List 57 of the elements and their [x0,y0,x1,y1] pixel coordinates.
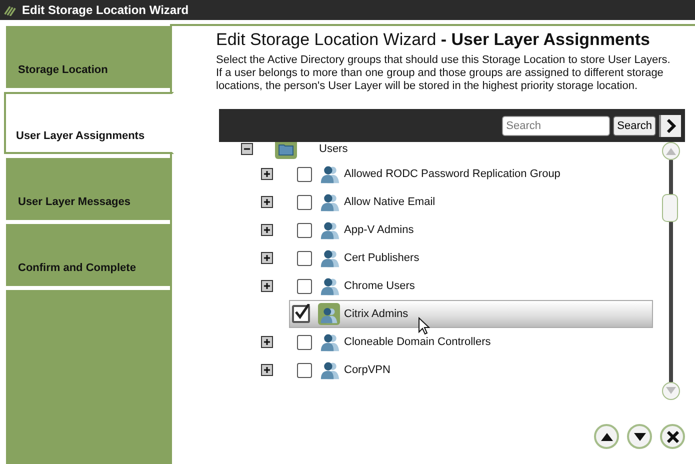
user-group-icon [320,192,340,212]
expand-icon[interactable] [261,364,273,376]
wizard-step-tab[interactable]: Confirm and Complete [6,224,170,286]
user-group-icon [320,276,340,296]
user-group-icon [320,220,340,240]
triangle-up-icon [600,432,612,440]
checkbox[interactable] [297,362,312,378]
folder-icon [275,142,297,159]
wizard-step-tab[interactable]: Storage Location [6,26,170,88]
tree-item-label[interactable]: App-V Admins [344,224,414,236]
user-group-icon [320,248,340,268]
tree-item-label[interactable]: Cert Publishers [344,252,420,264]
wizard-step-tab[interactable]: User Layer Assignments [4,92,174,154]
triangle-down-icon [666,387,676,395]
tree-item-label[interactable]: Allowed RODC Password Replication Group [344,168,560,180]
search-button[interactable]: Search [613,116,656,136]
expand-icon[interactable] [261,196,273,208]
window-title: Edit Storage Location Wizard [22,3,189,17]
checkbox[interactable] [292,305,310,323]
expand-icon[interactable] [261,224,273,236]
wizard-step-tab[interactable]: User Layer Messages [6,158,170,220]
scroll-thumb[interactable] [662,194,678,222]
checkbox[interactable] [297,194,312,210]
expand-icon[interactable] [261,280,273,292]
move-up-button[interactable] [594,424,619,449]
user-group-icon [318,303,340,325]
checkbox[interactable] [297,250,312,266]
checkbox[interactable] [297,334,312,350]
page-heading: Edit Storage Location Wizard - User Layer Assignments [216,30,652,50]
triangle-up-icon [666,147,676,155]
user-group-icon [320,360,340,380]
checkbox[interactable] [297,166,312,182]
user-group-icon [320,332,340,352]
triangle-down-icon [634,432,646,440]
tree-item-label[interactable]: Allow Native Email [344,196,436,208]
scrollbar[interactable] [661,142,681,400]
search-field[interactable]: Search [502,116,610,136]
collapse-icon[interactable] [241,143,253,155]
tree-item-label[interactable]: Citrix Admins [344,308,408,320]
chevron-right-icon [666,118,676,132]
expand-icon[interactable] [261,168,273,180]
description-text: Select the Active Directory groups that should use this Storage Location to store User Layers. If a user belongs to more than one group and those groups are assigned to different storage locations, the person's User Layer will be stored in the highest priority storage location. [216,54,672,94]
next-button[interactable] [659,114,681,136]
tree-item-label[interactable]: Chrome Users [344,280,415,292]
user-group-icon [320,164,340,184]
mouse-pointer-icon [418,317,430,335]
close-button[interactable] [660,424,685,449]
expand-icon[interactable] [261,252,273,264]
move-down-button[interactable] [627,424,652,449]
close-icon [666,430,678,442]
checkbox[interactable] [297,278,312,294]
tree-item-label[interactable]: CorpVPN [344,364,390,376]
tree-item-label[interactable]: Users [319,143,348,155]
expand-icon[interactable] [261,336,273,348]
checkbox[interactable] [297,222,312,238]
stripes-icon [4,4,16,16]
tree-item-label[interactable]: Cloneable Domain Controllers [344,336,491,348]
